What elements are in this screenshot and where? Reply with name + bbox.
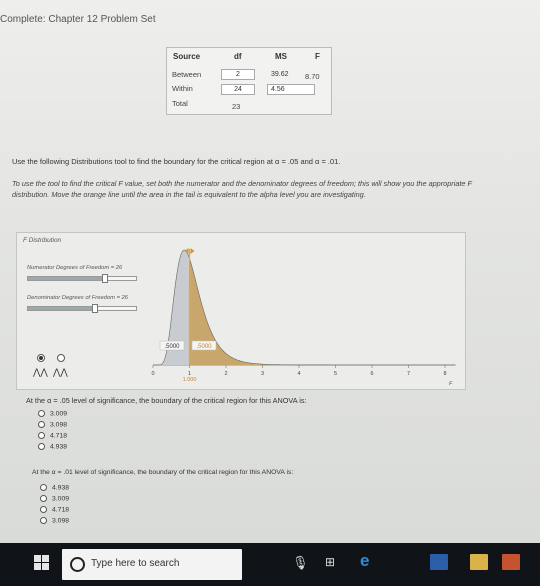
q2-option[interactable]: 4.938 xyxy=(40,484,69,491)
cortana-icon xyxy=(70,557,85,572)
instruction-line-1: Use the following Distributions tool to … xyxy=(12,157,341,166)
numerator-slider-thumb[interactable] xyxy=(102,274,108,283)
q1-option-radio[interactable] xyxy=(38,443,45,450)
denominator-slider-fill xyxy=(28,307,94,310)
header-df: df xyxy=(234,52,242,61)
search-placeholder: Type here to search xyxy=(91,558,180,569)
q2-option[interactable]: 4.718 xyxy=(40,506,69,513)
x-tick-label: 3 xyxy=(261,371,264,377)
q2-option[interactable]: 3.009 xyxy=(40,495,69,502)
q2-option-label: 3.009 xyxy=(52,495,70,503)
header-f: F xyxy=(315,52,320,61)
cursor-value-label: 1.000 xyxy=(183,377,197,383)
df-total: 23 xyxy=(232,102,241,111)
two-tail-radio[interactable] xyxy=(57,354,65,362)
one-tail-shape-icon: ⋀⋀ xyxy=(33,367,48,377)
q2-option-radio[interactable] xyxy=(40,517,47,524)
q1-option-label: 4.718 xyxy=(50,432,68,440)
x-tick-label: 4 xyxy=(297,371,300,377)
numerator-df-slider[interactable] xyxy=(27,274,137,283)
denominator-slider-thumb[interactable] xyxy=(92,304,98,313)
task-view-icon[interactable]: ⊞ xyxy=(325,555,335,569)
q2-option-label: 3.098 xyxy=(52,517,70,525)
windows-start-icon[interactable] xyxy=(34,555,50,571)
x-tick-label: 2 xyxy=(224,371,227,377)
file-explorer-icon[interactable] xyxy=(470,554,488,570)
x-tick-label: 6 xyxy=(370,371,373,377)
distribution-title: F Distribution xyxy=(23,237,62,244)
q1-option-radio[interactable] xyxy=(38,410,45,417)
word-icon[interactable] xyxy=(430,554,448,570)
f-distribution-tool: F Distribution Numerator Degrees of Free… xyxy=(16,232,466,390)
screen: Complete: Chapter 12 Problem Set Source … xyxy=(0,0,540,543)
q2-option[interactable]: 3.098 xyxy=(40,517,69,524)
x-axis-symbol: F xyxy=(449,381,453,387)
left-area-label: .5000 xyxy=(164,344,180,350)
q1-option[interactable]: 3.098 xyxy=(38,421,67,428)
row-label-between: Between xyxy=(172,70,202,79)
row-label-total: Total xyxy=(172,99,188,108)
df-within-input[interactable]: 24 xyxy=(221,84,255,95)
q1-option[interactable]: 4.718 xyxy=(38,432,67,439)
df-between-input[interactable]: 2 xyxy=(221,69,255,80)
numerator-slider-fill xyxy=(28,277,104,280)
header-source: Source xyxy=(173,52,201,61)
numerator-df-label: Numerator Degrees of Freedom = 26 xyxy=(27,265,123,271)
q1-option-label: 3.009 xyxy=(50,410,68,418)
q1-option-radio[interactable] xyxy=(38,432,45,439)
q1-option[interactable]: 4.938 xyxy=(38,443,67,450)
x-tick-label: 0 xyxy=(151,371,154,377)
q2-option-radio[interactable] xyxy=(40,495,47,502)
powerpoint-icon[interactable] xyxy=(502,554,520,570)
right-area-label: .5000 xyxy=(196,344,212,350)
x-tick-label: 8 xyxy=(443,371,446,377)
instruction-line-2: To use the tool to find the critical F v… xyxy=(12,179,472,199)
one-tail-radio[interactable] xyxy=(37,354,45,362)
q1-option[interactable]: 3.009 xyxy=(38,410,67,417)
q2-option-radio[interactable] xyxy=(40,506,47,513)
question-2-prompt: At the α = .01 level of significance, th… xyxy=(32,469,294,476)
q2-option-label: 4.718 xyxy=(52,506,70,514)
row-label-within: Within xyxy=(172,84,193,93)
q1-option-radio[interactable] xyxy=(38,421,45,428)
mic-icon[interactable]: 🎙 xyxy=(292,555,309,571)
ms-within-input[interactable]: 4.56 xyxy=(267,84,315,95)
q1-option-label: 4.938 xyxy=(50,443,68,451)
two-tail-shape-icon: ⋀⋀ xyxy=(53,367,68,377)
header-ms: MS xyxy=(275,52,287,61)
distribution-tail-area xyxy=(189,258,456,365)
anova-table: Source df MS F Between 2 39.62 8.70 With… xyxy=(166,47,332,115)
q2-option-label: 4.938 xyxy=(52,484,70,492)
x-tick-label: 5 xyxy=(334,371,337,377)
q1-option-label: 3.098 xyxy=(50,421,68,429)
question-1-prompt: At the α = .05 level of significance, th… xyxy=(26,396,307,405)
f-between: 8.70 xyxy=(305,72,320,81)
edge-icon[interactable]: e xyxy=(360,551,369,571)
denominator-df-label: Denominator Degrees of Freedom = 26 xyxy=(27,295,129,301)
q2-option-radio[interactable] xyxy=(40,484,47,491)
x-tick-label: 7 xyxy=(407,371,410,377)
taskbar: Type here to search 🎙 ⊞ e xyxy=(0,543,540,586)
f-distribution-plot: .5000 .5000 012345678 1.000 F xyxy=(151,248,456,387)
page-title: Complete: Chapter 12 Problem Set xyxy=(0,14,156,25)
taskbar-search-box[interactable]: Type here to search xyxy=(62,549,242,580)
denominator-df-slider[interactable] xyxy=(27,304,137,313)
